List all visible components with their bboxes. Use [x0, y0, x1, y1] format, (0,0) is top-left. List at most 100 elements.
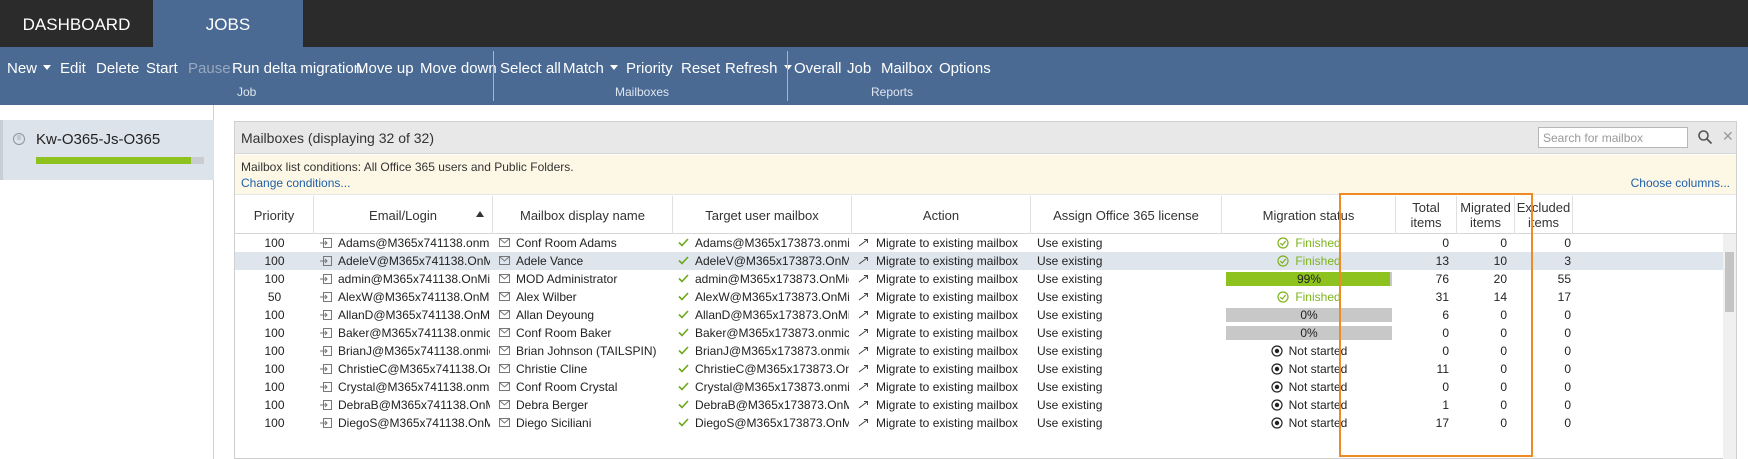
- job-list-item[interactable]: II Kw-O365-Js-O365: [0, 120, 214, 180]
- mailbox-icon: [499, 382, 510, 392]
- table-row[interactable]: 50 AlexW@M365x741138.OnMicros Alex Wilbe…: [235, 288, 1723, 306]
- check-icon: [678, 382, 689, 391]
- display-name-cell: Diego Siciliani: [499, 414, 669, 432]
- user-mailbox-icon: [320, 273, 332, 284]
- table-row[interactable]: 100 ChristieC@M365x741138.OnMicr Christi…: [235, 360, 1723, 378]
- migration-status-cell: Not started: [1222, 360, 1396, 378]
- mailbox-icon: [499, 256, 510, 266]
- search-icon[interactable]: [1697, 129, 1713, 145]
- email-cell: AlexW@M365x741138.OnMicros: [320, 288, 490, 306]
- mailbox-icon: [499, 238, 510, 248]
- excluded-items-cell: 3: [1564, 254, 1571, 268]
- email-text: Baker@M365x741138.onmicroso: [338, 326, 490, 340]
- pause-button[interactable]: Pause: [188, 60, 231, 77]
- priority-button[interactable]: Priority: [626, 60, 673, 77]
- change-conditions-link[interactable]: Change conditions...: [241, 176, 350, 190]
- table-row[interactable]: 100 Crystal@M365x741138.onmicros Conf Ro…: [235, 378, 1723, 396]
- move-down-button[interactable]: Move down: [420, 60, 497, 77]
- table-row[interactable]: 100 DiegoS@M365x741138.OnMicro Diego Sic…: [235, 414, 1723, 432]
- delete-button[interactable]: Delete: [96, 60, 139, 77]
- column-header-label: Email/Login: [369, 207, 437, 223]
- table-header: Priority Email/Login Mailbox display nam…: [235, 196, 1736, 234]
- email-text: admin@M365x741138.OnMicros: [338, 272, 490, 286]
- run-delta-migration-button[interactable]: Run delta migration: [232, 60, 362, 77]
- migrate-arrow-icon: [858, 382, 868, 391]
- priority-cell: 100: [264, 344, 285, 358]
- table-row[interactable]: 100 DebraB@M365x741138.OnMicro Debra Ber…: [235, 396, 1723, 414]
- target-mailbox-cell: Baker@M365x173873.onmicroso: [678, 324, 849, 342]
- column-header-migrated-items[interactable]: Migrated items: [1457, 196, 1515, 234]
- mailboxes-panel: Mailboxes (displaying 32 of 32) ✕ Mailbo…: [234, 121, 1737, 459]
- priority-cell: 100: [264, 380, 285, 394]
- column-header-priority[interactable]: Priority: [235, 196, 314, 234]
- migrated-items-cell: 20: [1493, 272, 1507, 286]
- email-text: AdeleV@M365x741138.OnMicro: [338, 254, 490, 268]
- total-items-cell: 0: [1442, 236, 1449, 250]
- table-row[interactable]: 100 AllanD@M365x741138.OnMicros Allan De…: [235, 306, 1723, 324]
- action-text: Migrate to existing mailbox: [876, 290, 1019, 304]
- email-text: AlexW@M365x741138.OnMicros: [338, 290, 490, 304]
- not-started-icon: [1271, 345, 1283, 357]
- table-row[interactable]: 100 BrianJ@M365x741138.onmicroso Brian J…: [235, 342, 1723, 360]
- column-header-license[interactable]: Assign Office 365 license: [1031, 196, 1222, 234]
- total-items-cell: 31: [1435, 290, 1449, 304]
- migration-status-cell: Not started: [1222, 414, 1396, 432]
- mailbox-icon: [499, 274, 510, 284]
- check-icon: [678, 346, 689, 355]
- tab-jobs[interactable]: JOBS: [153, 0, 303, 47]
- scrollbar-thumb[interactable]: [1725, 252, 1734, 312]
- target-mailbox-text: AllanD@M365x173873.OnMicro: [695, 308, 849, 322]
- table-row[interactable]: 100 Adams@M365x741138.onmicros Conf Room…: [235, 234, 1723, 252]
- action-text: Migrate to existing mailbox: [876, 416, 1019, 430]
- email-text: DebraB@M365x741138.OnMicro: [338, 398, 490, 412]
- column-header-migration-status[interactable]: Migration status: [1222, 196, 1396, 234]
- excluded-items-cell: 0: [1564, 380, 1571, 394]
- column-header-target[interactable]: Target user mailbox: [673, 196, 852, 234]
- overall-report-button[interactable]: Overall: [794, 60, 842, 77]
- email-cell: AdeleV@M365x741138.OnMicro: [320, 252, 490, 270]
- edit-button[interactable]: Edit: [60, 60, 86, 77]
- column-header-email[interactable]: Email/Login: [314, 196, 493, 234]
- excluded-items-cell: 17: [1557, 290, 1571, 304]
- table-row[interactable]: 100 AdeleV@M365x741138.OnMicro Adele Van…: [235, 252, 1723, 270]
- email-text: Adams@M365x741138.onmicros: [338, 236, 490, 250]
- column-header-display-name[interactable]: Mailbox display name: [493, 196, 673, 234]
- move-up-button[interactable]: Move up: [356, 60, 414, 77]
- column-header-action[interactable]: Action: [852, 196, 1031, 234]
- target-mailbox-text: AdeleV@M365x173873.OnMicro: [695, 254, 849, 268]
- mailbox-report-button[interactable]: Mailbox: [881, 60, 933, 77]
- excluded-items-cell: 0: [1564, 362, 1571, 376]
- migration-status-text: Not started: [1288, 380, 1348, 394]
- priority-cell: 100: [264, 308, 285, 322]
- vertical-scrollbar[interactable]: [1723, 234, 1736, 459]
- user-mailbox-icon: [320, 417, 332, 428]
- close-icon[interactable]: ✕: [1722, 128, 1734, 145]
- column-header-total-items[interactable]: Total items: [1396, 196, 1457, 234]
- mailbox-table-body: 100 DiegoS@M365x741138.OnMicro Diego Sic…: [235, 234, 1736, 459]
- match-button[interactable]: Match: [563, 60, 618, 77]
- search-mailbox-input[interactable]: [1538, 127, 1688, 148]
- priority-cell: 100: [264, 254, 285, 268]
- license-cell: Use existing: [1037, 326, 1103, 340]
- table-row[interactable]: 100 admin@M365x741138.OnMicros MOD Admin…: [235, 270, 1723, 288]
- select-all-button[interactable]: Select all: [500, 60, 561, 77]
- refresh-button[interactable]: Refresh: [725, 60, 792, 77]
- display-name-text: Alex Wilber: [516, 290, 577, 304]
- table-row[interactable]: 100 Baker@M365x741138.onmicroso Conf Roo…: [235, 324, 1723, 342]
- action-cell: Migrate to existing mailbox: [858, 288, 1028, 306]
- check-icon: [678, 238, 689, 247]
- reset-button[interactable]: Reset: [681, 60, 720, 77]
- priority-cell: 100: [264, 416, 285, 430]
- new-button[interactable]: New: [7, 60, 52, 77]
- start-button[interactable]: Start: [146, 60, 178, 77]
- job-report-button[interactable]: Job: [847, 60, 871, 77]
- action-text: Migrate to existing mailbox: [876, 236, 1019, 250]
- display-name-cell: Christie Cline: [499, 360, 669, 378]
- choose-columns-link[interactable]: Choose columns...: [1631, 176, 1730, 190]
- priority-cell: 100: [264, 362, 285, 376]
- email-cell: DebraB@M365x741138.OnMicro: [320, 396, 490, 414]
- options-button[interactable]: Options: [939, 60, 991, 77]
- column-header-excluded-items[interactable]: Excluded items: [1515, 196, 1573, 234]
- job-progress-bar: [36, 157, 204, 164]
- tab-dashboard[interactable]: DASHBOARD: [0, 0, 153, 47]
